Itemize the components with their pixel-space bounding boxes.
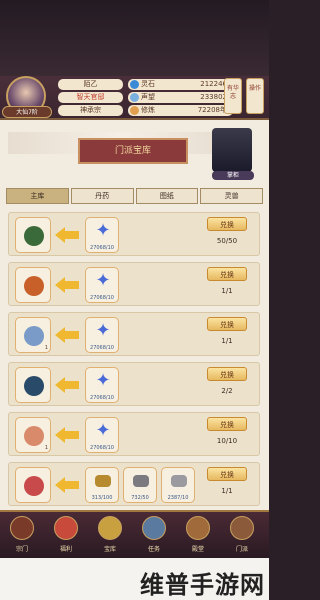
reward-item[interactable]: 1 <box>15 317 51 353</box>
nav-welfare[interactable]: 福利 <box>50 516 82 556</box>
reward-item[interactable] <box>15 467 51 503</box>
tab-pills[interactable]: 丹药 <box>70 188 134 204</box>
nav-sect[interactable]: 宗门 <box>6 516 38 556</box>
nav-treasury[interactable]: 宝库 <box>94 516 126 556</box>
treasury-panel: 门派宝库 掌柜 主库 丹药 图纸 灵兽 ✦ 27068/10 兑换 50/50 ✦… <box>0 120 269 510</box>
watermark: 维普手游网 <box>140 571 265 599</box>
exchange-button[interactable]: 兑换 <box>207 367 247 381</box>
npc-portrait[interactable] <box>212 128 252 172</box>
star-crystal-icon: ✦ <box>95 220 111 241</box>
exchange-button[interactable]: 兑换 <box>207 267 247 281</box>
exchange-limit: 2/2 <box>221 387 233 395</box>
material-item[interactable]: 313/100 <box>85 467 119 503</box>
reward-item[interactable] <box>15 217 51 253</box>
exchange-row: ✦ 27068/10 兑换 1/1 <box>8 262 260 306</box>
star-crystal-icon: ✦ <box>95 270 111 291</box>
scroll-icon <box>24 426 44 446</box>
player-sect: 智天官邸 <box>58 92 123 103</box>
exchange-button[interactable]: 兑换 <box>207 217 247 231</box>
exchange-row: 1 ✦ 27068/10 兑换 1/1 <box>8 312 260 356</box>
material-item[interactable]: ✦ 27068/10 <box>85 267 119 303</box>
player-name: 陌乙 <box>58 79 123 90</box>
exchange-button[interactable]: 兑换 <box>207 417 247 431</box>
exchange-limit: 50/50 <box>216 237 238 245</box>
stat-spirit-stone: 灵石 212246 <box>128 79 233 90</box>
tab-beasts[interactable]: 灵兽 <box>200 188 263 204</box>
arrow-icon <box>55 327 65 343</box>
npc-label: 掌柜 <box>212 171 254 180</box>
bottom-nav: 宗门 福利 宝库 任务 殿堂 门派 <box>0 510 269 558</box>
gate-icon <box>230 516 254 540</box>
player-header: 大仙7阶 陌乙 智天官邸 神承宗 灵石 212246 声望 233802 修炼 722… <box>0 76 269 120</box>
reputation-icon <box>130 93 139 102</box>
sword-icon <box>24 326 44 346</box>
player-level: 大仙7阶 <box>2 106 52 118</box>
material-item[interactable]: ✦ 27068/10 <box>85 317 119 353</box>
exchange-row: ✦ 27068/10 兑换 2/2 <box>8 362 260 406</box>
exchange-limit: 1/1 <box>221 337 233 345</box>
star-crystal-icon: ✦ <box>95 370 111 391</box>
tab-main[interactable]: 主库 <box>6 188 69 204</box>
stat-reputation: 声望 233802 <box>128 92 233 103</box>
reward-item[interactable] <box>15 267 51 303</box>
category-tabs: 主库 丹药 图纸 灵兽 <box>6 188 263 204</box>
exchange-limit: 10/10 <box>216 437 238 445</box>
exchange-list: ✦ 27068/10 兑换 50/50 ✦ 27068/10 兑换 1/1 1 ✦ 2… <box>8 212 260 512</box>
exchange-row: 313/100 732/50 2387/10 兑换 1/1 <box>8 462 260 506</box>
star-crystal-icon: ✦ <box>95 320 111 341</box>
treasury-icon <box>98 516 122 540</box>
arrow-icon <box>55 227 65 243</box>
arrow-icon <box>55 277 65 293</box>
cultivation-icon <box>130 106 139 115</box>
reward-item[interactable] <box>15 367 51 403</box>
iron-ore-icon <box>133 475 149 487</box>
stat-cultivation: 修炼 72208年 <box>128 105 233 116</box>
arrow-icon <box>55 377 65 393</box>
hall-icon <box>186 516 210 540</box>
exchange-button[interactable]: 兑换 <box>207 317 247 331</box>
exchange-row: ✦ 27068/10 兑换 50/50 <box>8 212 260 256</box>
nav-sect-gate[interactable]: 门派 <box>226 516 258 556</box>
gourd-icon <box>24 276 44 296</box>
side-button-1[interactable]: 有华志 <box>224 78 242 114</box>
exchange-row: 1 ✦ 27068/10 兑换 10/10 <box>8 412 260 456</box>
silver-ore-icon <box>171 475 187 487</box>
gold-ore-icon <box>95 475 111 487</box>
exchange-button[interactable]: 兑换 <box>207 467 247 481</box>
player-rank: 神承宗 <box>58 105 123 116</box>
arrow-icon <box>55 477 65 493</box>
gift-bag-icon <box>54 516 78 540</box>
tab-blueprints[interactable]: 图纸 <box>135 188 199 204</box>
sect-icon <box>10 516 34 540</box>
task-icon <box>142 516 166 540</box>
lantern-icon <box>24 226 44 246</box>
material-item[interactable]: ✦ 27068/10 <box>85 217 119 253</box>
nav-hall[interactable]: 殿堂 <box>182 516 214 556</box>
top-dark-area <box>0 0 269 76</box>
material-item[interactable]: 732/50 <box>123 467 157 503</box>
treasury-title: 门派宝库 <box>78 138 188 164</box>
material-item[interactable]: ✦ 27068/10 <box>85 417 119 453</box>
orb-icon <box>24 376 44 396</box>
star-crystal-icon: ✦ <box>95 420 111 441</box>
exchange-limit: 1/1 <box>221 287 233 295</box>
material-item[interactable]: ✦ 27068/10 <box>85 367 119 403</box>
arrow-icon <box>55 427 65 443</box>
reward-item[interactable]: 1 <box>15 417 51 453</box>
cauldron-icon <box>24 476 44 496</box>
nav-tasks[interactable]: 任务 <box>138 516 170 556</box>
side-button-2[interactable]: 操作 <box>246 78 264 114</box>
exchange-limit: 1/1 <box>221 487 233 495</box>
spirit-stone-icon <box>130 80 139 89</box>
material-item[interactable]: 2387/10 <box>161 467 195 503</box>
